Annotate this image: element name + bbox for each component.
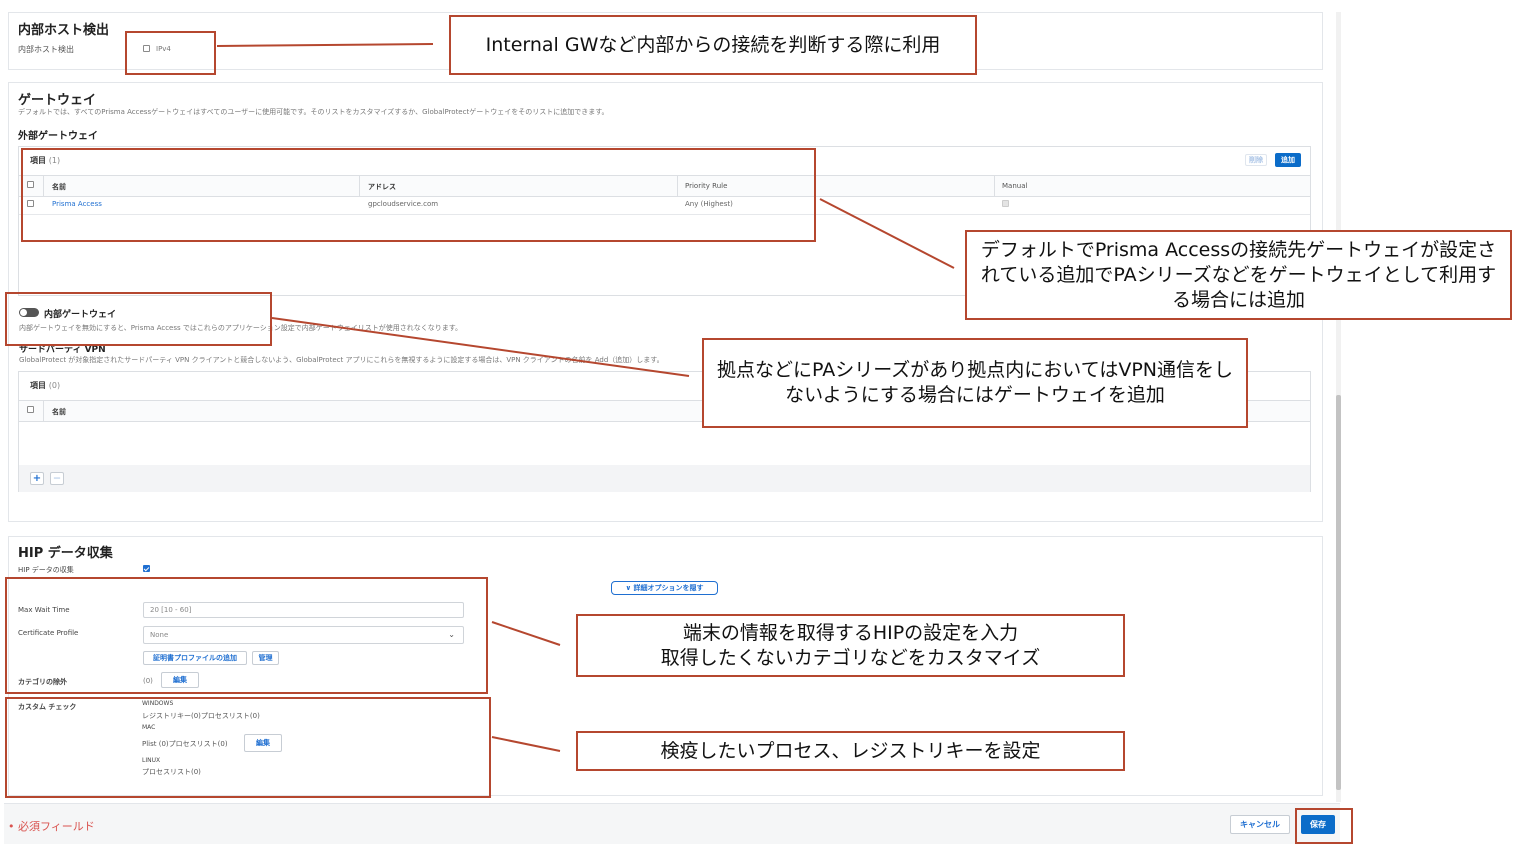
callout-hip-line1: 端末の情報を取得するHIPの設定を入力	[682, 621, 1019, 644]
callout-internal-gateway: 拠点などにPAシリーズがあり拠点内においてはVPN通信をしないようにする場合には…	[702, 338, 1248, 428]
callout-external-gateway: デフォルトでPrisma Accessの接続先ゲートウェイが設定されている追加で…	[965, 230, 1512, 320]
callout-custom-check: 検疫したいプロセス、レジストリキーを設定	[576, 731, 1125, 771]
callout-internal-host: Internal GWなど内部からの接続を判断する際に利用	[449, 15, 977, 75]
callout-hip: 端末の情報を取得するHIPの設定を入力 取得したくないカテゴリなどをカスタマイズ	[576, 614, 1125, 677]
callout-hip-line2: 取得したくないカテゴリなどをカスタマイズ	[660, 646, 1041, 669]
